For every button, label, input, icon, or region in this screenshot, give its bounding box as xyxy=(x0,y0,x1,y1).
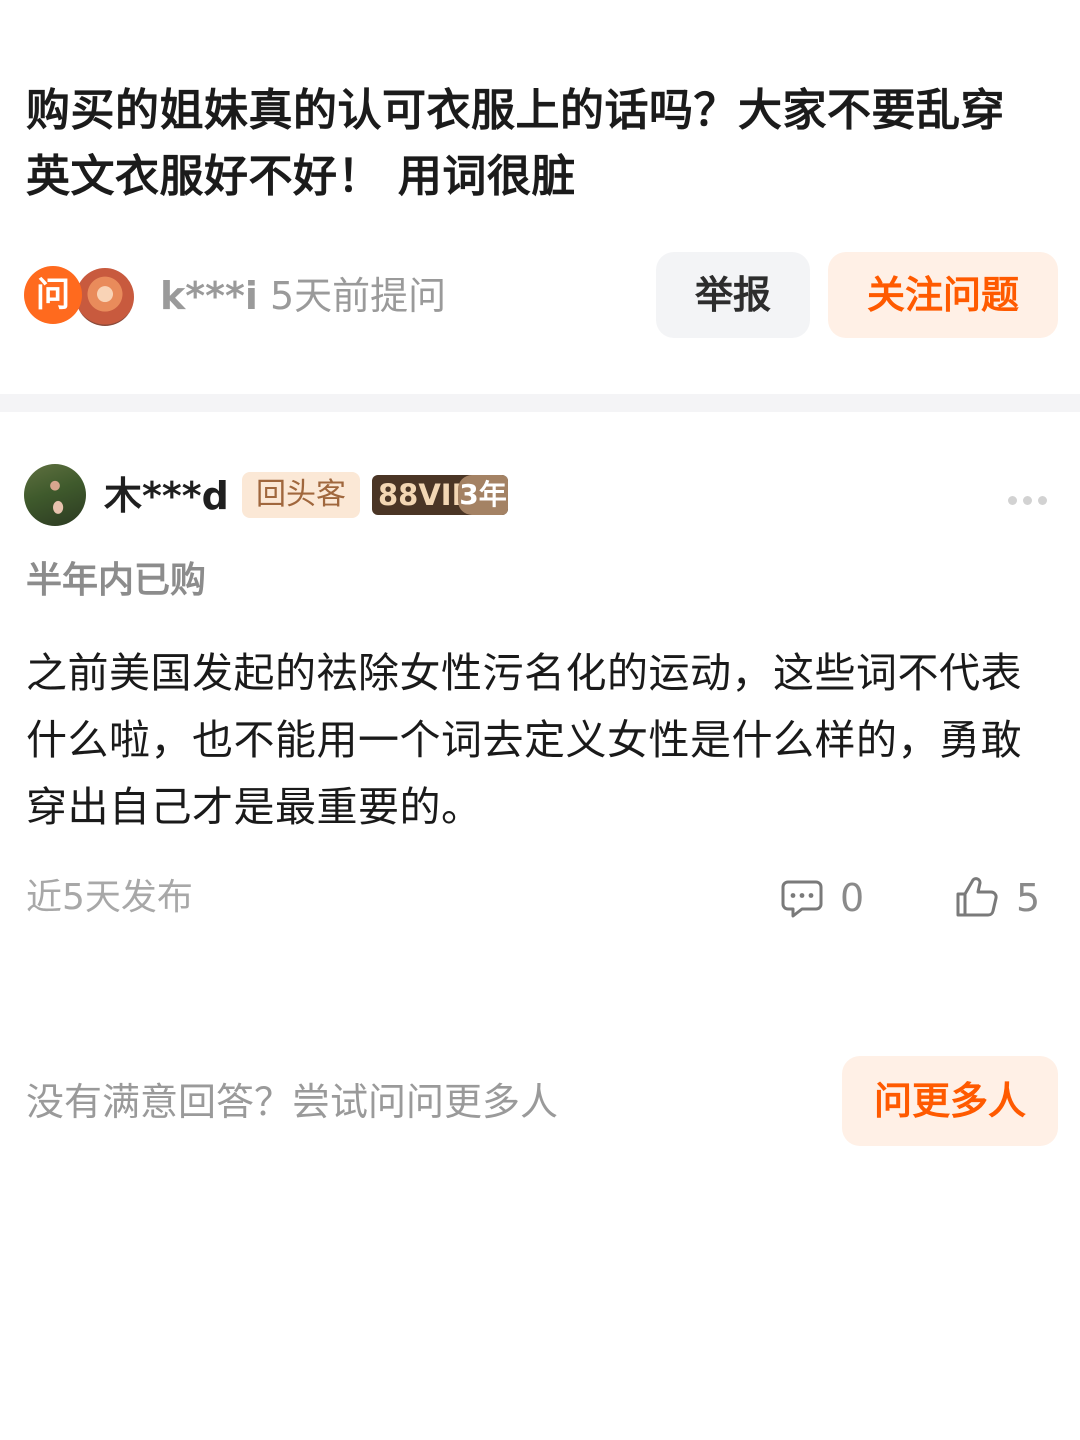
report-button[interactable]: 举报 xyxy=(656,252,810,338)
vip-badge: 88VIP 3年 xyxy=(372,475,508,515)
answer-header: 木***d 回头客 88VIP 3年 xyxy=(24,464,1058,526)
ask-more-button[interactable]: 问更多人 xyxy=(842,1056,1058,1146)
purchase-note: 半年内已购 xyxy=(26,560,207,601)
answerer-avatar[interactable] xyxy=(24,464,86,526)
follow-question-button[interactable]: 关注问题 xyxy=(828,252,1058,338)
vip-years: 3年 xyxy=(458,475,508,515)
ask-more-prompt: 没有满意回答？尝试问问更多人 xyxy=(26,1080,559,1124)
section-divider xyxy=(0,394,1080,412)
answerer-name[interactable]: 木***d xyxy=(104,476,229,516)
ask-badge: 问 xyxy=(24,266,82,324)
answer-content: 之前美国发起的祛除女性污名化的运动，这些词不代表什么啦，也不能用一个词去定义女性… xyxy=(26,649,1022,831)
asked-time: 5天前提问 xyxy=(270,274,447,318)
answer-meta-row: 近5天发布 0 5 xyxy=(26,870,1046,926)
like-count: 5 xyxy=(1016,876,1041,920)
comment-icon xyxy=(781,880,823,918)
publish-time: 近5天发布 xyxy=(26,877,193,918)
repeat-customer-badge: 回头客 xyxy=(242,472,360,518)
ask-more-row: 没有满意回答？尝试问问更多人 问更多人 xyxy=(26,1056,1058,1146)
question-title: 购买的姐妹真的认可衣服上的话吗？大家不要乱穿英文衣服好不好！ 用词很脏 xyxy=(26,85,1005,202)
question-section: 购买的姐妹真的认可衣服上的话吗？大家不要乱穿英文衣服好不好！ 用词很脏 xyxy=(26,78,1046,210)
more-icon[interactable] xyxy=(1008,490,1054,505)
comment-count: 0 xyxy=(840,876,865,920)
asker-name[interactable]: k***i xyxy=(160,276,258,316)
asker-row: 问 k***i 5天前提问 举报 关注问题 xyxy=(24,252,1058,338)
asker-avatar[interactable] xyxy=(76,268,134,326)
thumbs-up-icon xyxy=(956,877,998,917)
